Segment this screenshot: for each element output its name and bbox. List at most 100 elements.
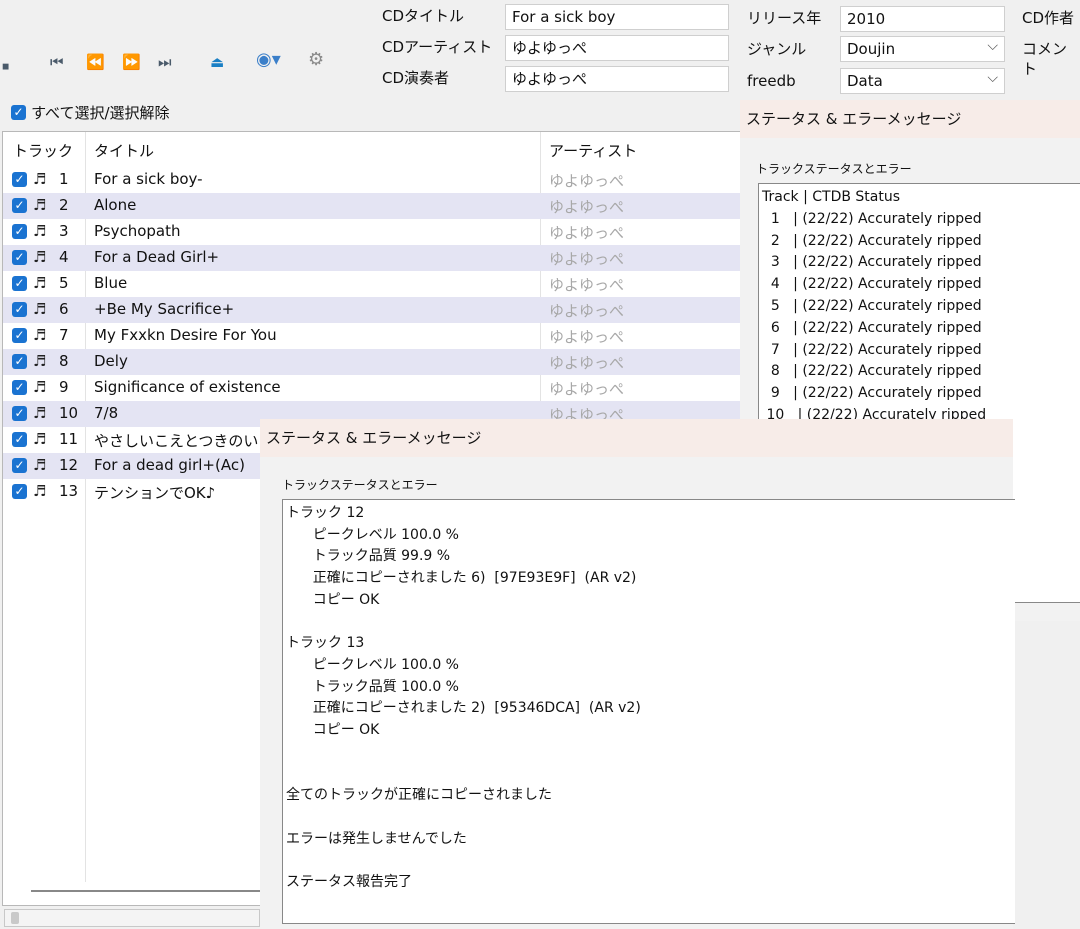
camera-icon[interactable]: ⚙: [308, 50, 324, 70]
track-checkbox[interactable]: ✓: [12, 302, 27, 317]
music-note-icon: ♬: [33, 378, 47, 396]
cd-artist-field[interactable]: ゆよゆっぺ: [505, 35, 729, 61]
status-window-title: ステータス & エラーメッセージ: [740, 100, 1080, 138]
select-all-label: すべて選択/選択解除: [31, 104, 170, 122]
track-title[interactable]: 7/8: [94, 404, 118, 422]
track-checkbox[interactable]: ✓: [12, 224, 27, 239]
track-checkbox[interactable]: ✓: [12, 406, 27, 421]
freedb-value: Data: [847, 72, 883, 90]
track-number: 1: [59, 170, 69, 188]
track-title[interactable]: For a sick boy-: [94, 170, 203, 188]
release-year-label: リリース年: [747, 9, 822, 27]
track-number: 8: [59, 352, 69, 370]
track-artist[interactable]: ゆよゆっぺ: [549, 378, 624, 399]
genre-dropdown[interactable]: Doujin: [840, 36, 1005, 62]
genre-value: Doujin: [847, 40, 896, 58]
track-row[interactable]: ✓ ♬ 1 For a sick boy- ゆよゆっぺ: [3, 167, 741, 193]
track-checkbox[interactable]: ✓: [12, 276, 27, 291]
status-line: 7 | (22/22) Accurately ripped: [762, 341, 982, 358]
music-note-icon: ♬: [33, 274, 47, 292]
track-title[interactable]: My Fxxkn Desire For You: [94, 326, 277, 344]
track-title[interactable]: テンションでOK♪: [94, 482, 215, 503]
freedb-dropdown[interactable]: Data: [840, 68, 1005, 94]
track-checkbox[interactable]: ✓: [12, 484, 27, 499]
music-note-icon: ♬: [33, 430, 47, 448]
track-artist[interactable]: ゆよゆっぺ: [549, 170, 624, 191]
select-all-checkbox[interactable]: ✓ すべて選択/選択解除: [11, 102, 170, 123]
track-title[interactable]: For a dead girl+(Ac): [94, 456, 245, 474]
freedb-label: freedb: [747, 72, 796, 90]
rewind-icon[interactable]: ⏪: [86, 52, 105, 72]
eject-icon[interactable]: ⏏: [210, 52, 224, 72]
music-note-icon: ♬: [33, 326, 47, 344]
music-note-icon: ♬: [33, 222, 47, 240]
track-checkbox[interactable]: ✓: [12, 354, 27, 369]
status-line: 3 | (22/22) Accurately ripped: [762, 254, 982, 271]
track-artist[interactable]: ゆよゆっぺ: [549, 300, 624, 321]
track-number: 6: [59, 300, 69, 318]
track-artist[interactable]: ゆよゆっぺ: [549, 326, 624, 347]
track-title[interactable]: +Be My Sacrifice+: [94, 300, 234, 318]
track-row[interactable]: ✓ ♬ 9 Significance of existence ゆよゆっぺ: [3, 375, 741, 401]
music-note-icon: ♬: [33, 248, 47, 266]
status-line: トラック 12: [286, 505, 365, 521]
track-checkbox[interactable]: ✓: [12, 458, 27, 473]
skip-forward-icon[interactable]: ⏭: [158, 52, 172, 72]
column-header-track[interactable]: トラック: [13, 140, 73, 161]
track-artist[interactable]: ゆよゆっぺ: [549, 352, 624, 373]
status-line: 6 | (22/22) Accurately ripped: [762, 319, 982, 336]
track-row[interactable]: ✓ ♬ 5 Blue ゆよゆっぺ: [3, 271, 741, 297]
stop-icon[interactable]: ◼: [2, 57, 9, 77]
status-line: 5 | (22/22) Accurately ripped: [762, 298, 982, 314]
track-number: 10: [59, 404, 79, 422]
status-line: 2 | (22/22) Accurately ripped: [762, 232, 982, 249]
column-header-artist[interactable]: アーティスト: [549, 140, 637, 161]
track-row[interactable]: ✓ ♬ 3 Psychopath ゆよゆっぺ: [3, 219, 741, 245]
skip-back-icon[interactable]: ⏮: [50, 52, 64, 72]
status-line: エラーは発生しませんでした: [286, 830, 467, 847]
horizontal-scrollbar[interactable]: [31, 890, 271, 892]
track-title[interactable]: やさしいこえとつきのいろ: [94, 430, 273, 451]
track-row[interactable]: ✓ ♬ 4 For a Dead Girl+ ゆよゆっぺ: [3, 245, 741, 271]
track-checkbox[interactable]: ✓: [12, 380, 27, 395]
music-note-icon: ♬: [33, 482, 47, 500]
track-title[interactable]: Dely: [94, 352, 128, 370]
track-row[interactable]: ✓ ♬ 7 My Fxxkn Desire For You ゆよゆっぺ: [3, 323, 741, 349]
composer-label: CD作者: [1022, 9, 1075, 27]
track-row[interactable]: ✓ ♬ 8 Dely ゆよゆっぺ: [3, 349, 741, 375]
track-row[interactable]: ✓ ♬ 6 +Be My Sacrifice+ ゆよゆっぺ: [3, 297, 741, 323]
status-line: ピークレベル 100.0 %: [286, 526, 459, 543]
status-line: 9 | (22/22) Accurately ripped: [762, 385, 982, 402]
column-header-title[interactable]: タイトル: [94, 140, 154, 161]
fast-forward-icon[interactable]: ⏩: [122, 52, 141, 72]
track-row[interactable]: ✓ ♬ 2 Alone ゆよゆっぺ: [3, 193, 741, 219]
slider-thumb[interactable]: [11, 912, 19, 924]
cd-lookup-menu-icon[interactable]: ◉▾: [256, 50, 281, 70]
track-checkbox[interactable]: ✓: [12, 432, 27, 447]
track-title[interactable]: Psychopath: [94, 222, 181, 240]
track-checkbox[interactable]: ✓: [12, 198, 27, 213]
track-checkbox[interactable]: ✓: [12, 250, 27, 265]
genre-label: ジャンル: [747, 40, 807, 58]
track-artist[interactable]: ゆよゆっぺ: [549, 274, 624, 295]
track-status-label: トラックステータスとエラー: [756, 162, 912, 176]
track-artist[interactable]: ゆよゆっぺ: [549, 222, 624, 243]
cd-performer-field[interactable]: ゆよゆっぺ: [505, 66, 729, 92]
release-year-field[interactable]: 2010: [840, 6, 1005, 32]
status-line: 正確にコピーされました 2) [95346DCA] (AR v2): [286, 700, 641, 717]
track-title[interactable]: Significance of existence: [94, 378, 281, 396]
track-artist[interactable]: ゆよゆっぺ: [549, 196, 624, 217]
track-title[interactable]: Alone: [94, 196, 136, 214]
track-number: 13: [59, 482, 79, 500]
track-status-label: トラックステータスとエラー: [282, 478, 438, 492]
track-artist[interactable]: ゆよゆっぺ: [549, 248, 624, 269]
track-checkbox[interactable]: ✓: [12, 172, 27, 187]
track-title[interactable]: Blue: [94, 274, 127, 292]
cd-performer-label: CD演奏者: [382, 69, 450, 87]
position-slider[interactable]: [4, 909, 260, 927]
track-checkbox[interactable]: ✓: [12, 328, 27, 343]
track-title[interactable]: For a Dead Girl+: [94, 248, 219, 266]
accuraterip-status-text[interactable]: トラック 12 ピークレベル 100.0 % トラック品質 99.9 % 正確に…: [282, 499, 1015, 924]
cd-title-field[interactable]: For a sick boy: [505, 4, 729, 30]
track-number: 5: [59, 274, 69, 292]
